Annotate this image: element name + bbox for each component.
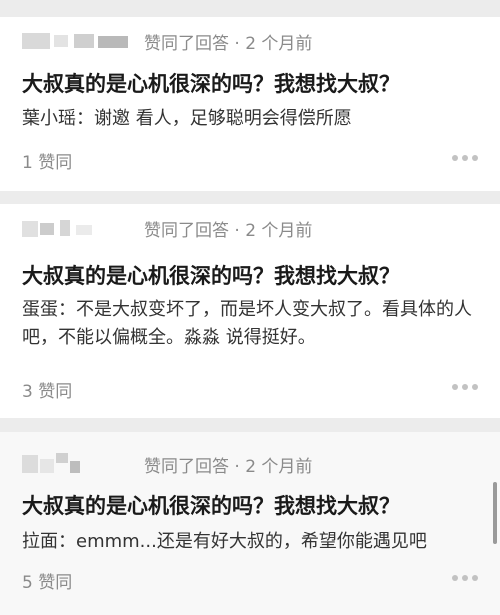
- question-title[interactable]: 大叔真的是心机很深的吗？我想找大叔？: [22, 68, 400, 98]
- answer-excerpt[interactable]: 拉面：emmm...还是有好大叔的，希望你能遇见吧: [22, 528, 478, 556]
- more-dots-icon[interactable]: [452, 575, 478, 581]
- card-meta: 赞同了回答 · 2 个月前: [22, 29, 313, 54]
- scrollbar[interactable]: [493, 482, 497, 544]
- vote-count: 1 赞同: [22, 153, 73, 173]
- answer-excerpt[interactable]: 蛋蛋：不是大叔变坏了，而是坏人变大叔了。看具体的人吧，不能以偏概全。淼淼 说得挺…: [22, 296, 478, 352]
- activity-meta: 赞同了回答 · 2 个月前: [144, 456, 313, 477]
- question-title[interactable]: 大叔真的是心机很深的吗？我想找大叔？: [22, 260, 400, 290]
- activity-meta: 赞同了回答 · 2 个月前: [144, 33, 313, 54]
- vote-count: 3 赞同: [22, 382, 73, 402]
- card-meta: 赞同了回答 · 2 个月前: [22, 452, 313, 477]
- card-meta: 赞同了回答 · 2 个月前: [22, 216, 313, 241]
- vote-count: 5 赞同: [22, 573, 73, 593]
- blurred-username: [22, 30, 130, 52]
- activity-meta: 赞同了回答 · 2 个月前: [144, 220, 313, 241]
- activity-feed: 赞同了回答 · 2 个月前 大叔真的是心机很深的吗？我想找大叔？ 葉小瑶：谢邀 …: [0, 0, 500, 615]
- answer-excerpt[interactable]: 葉小瑶：谢邀 看人，足够聪明会得偿所愿: [22, 105, 478, 133]
- feed-card[interactable]: 赞同了回答 · 2 个月前 大叔真的是心机很深的吗？我想找大叔？ 蛋蛋：不是大叔…: [0, 204, 500, 418]
- more-dots-icon[interactable]: [452, 384, 478, 390]
- feed-card[interactable]: 赞同了回答 · 2 个月前 大叔真的是心机很深的吗？我想找大叔？ 葉小瑶：谢邀 …: [0, 17, 500, 191]
- blurred-username: [22, 453, 130, 475]
- feed-card[interactable]: 赞同了回答 · 2 个月前 大叔真的是心机很深的吗？我想找大叔？ 拉面：emmm…: [0, 432, 500, 615]
- blurred-username: [22, 217, 130, 239]
- more-dots-icon[interactable]: [452, 155, 478, 161]
- question-title[interactable]: 大叔真的是心机很深的吗？我想找大叔？: [22, 490, 400, 520]
